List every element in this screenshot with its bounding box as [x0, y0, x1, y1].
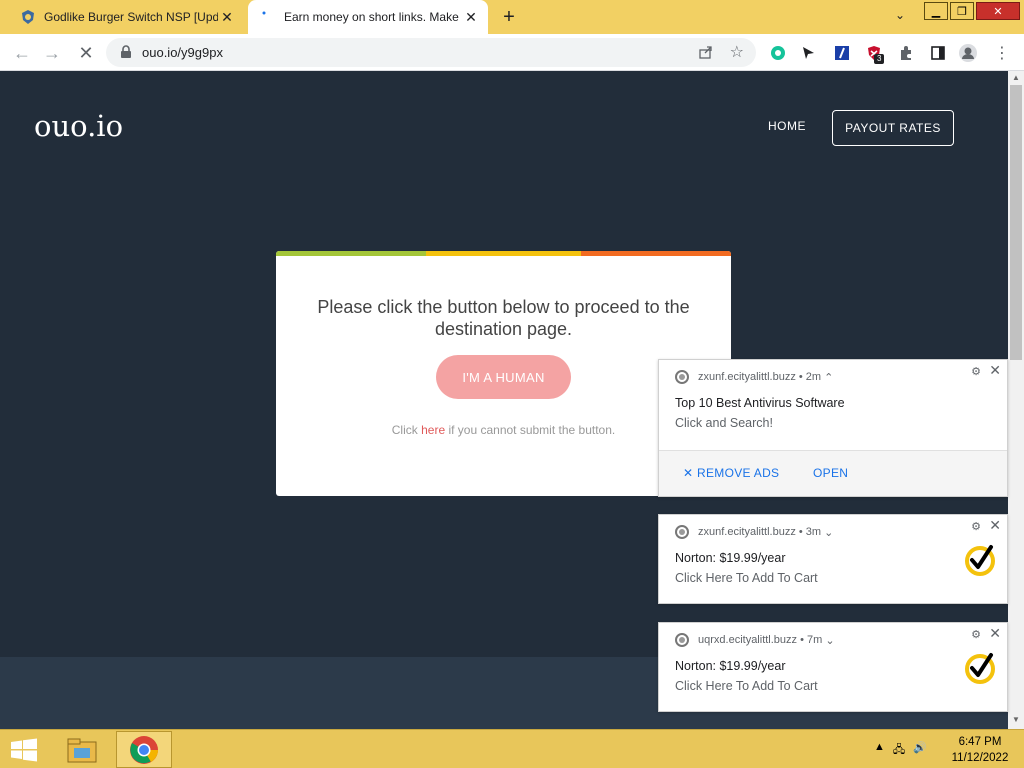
card-accent-orange	[581, 251, 731, 256]
profile-avatar-icon[interactable]	[958, 43, 978, 63]
close-icon[interactable]: ✕	[989, 517, 1001, 534]
notification-norton-2[interactable]: uqrxd.ecityalittl.buzz • 7m ⌄ ⚙ ✕ Norton…	[658, 622, 1008, 712]
notification-separator: •	[797, 634, 808, 646]
close-tab-icon[interactable]: ✕	[462, 8, 480, 26]
chrome-mini-icon	[675, 633, 689, 647]
here-link[interactable]: here	[421, 423, 445, 437]
payout-rates-button[interactable]: PAYOUT RATES	[832, 110, 954, 146]
settings-gear-icon[interactable]: ⚙	[971, 520, 981, 533]
card-accent-green	[276, 251, 426, 256]
site-logo[interactable]: ouo.io	[34, 109, 123, 143]
clock-time: 6:47 PM	[958, 736, 1002, 748]
remove-ads-button[interactable]: ✕ REMOVE ADS	[683, 466, 779, 480]
address-bar[interactable]: ouo.io/y9g9px ☆	[106, 38, 756, 67]
footer-suffix: if you cannot submit the button.	[445, 423, 616, 437]
blue-extension-icon[interactable]	[832, 43, 852, 63]
card-accent-yellow	[426, 251, 581, 256]
tab-godlike-burger[interactable]: Godlike Burger Switch NSP [Upd ✕	[8, 0, 244, 34]
norton-check-icon	[965, 545, 995, 576]
notification-separator: •	[795, 526, 806, 538]
close-icon[interactable]: ✕	[989, 625, 1001, 642]
close-icon[interactable]: ✕	[989, 362, 1001, 379]
cursor-extension-icon[interactable]	[798, 43, 818, 63]
notification-source: zxunf.ecityalittl.buzz	[698, 526, 796, 538]
card-message: Please click the button below to proceed…	[317, 297, 690, 339]
lock-icon[interactable]	[118, 44, 134, 60]
url-text: ouo.io/y9g9px	[142, 45, 223, 60]
remove-ads-label: REMOVE ADS	[697, 466, 780, 480]
notification-age: 2m	[805, 371, 822, 383]
scroll-thumb[interactable]	[1010, 85, 1022, 360]
stop-loading-icon[interactable]: ✕	[74, 41, 98, 65]
tab-title: Godlike Burger Switch NSP [Upd	[44, 10, 218, 24]
notification-header: uqrxd.ecityalittl.buzz • 7m ⌄	[675, 633, 835, 647]
share-icon[interactable]	[698, 44, 714, 60]
menu-kebab-icon[interactable]: ⋮	[992, 43, 1012, 63]
network-icon[interactable]: 🖧	[893, 741, 905, 760]
volume-icon[interactable]: 🔊	[913, 741, 927, 760]
tab-ouo[interactable]: Earn money on short links. Make ✕	[248, 0, 488, 34]
notification-separator: •	[795, 371, 806, 383]
file-explorer-icon[interactable]	[60, 732, 104, 768]
bookmark-star-icon[interactable]: ☆	[730, 42, 744, 62]
back-arrow-icon[interactable]: ←	[10, 41, 34, 65]
chrome-taskbar-icon[interactable]	[116, 731, 172, 768]
taskbar-clock[interactable]: 6:47 PM 11/12/2022	[948, 734, 1012, 766]
new-tab-button[interactable]: +	[498, 6, 520, 28]
tray-chevron-up-icon[interactable]: ▲	[874, 741, 885, 760]
grammar-extension-icon[interactable]	[768, 43, 788, 63]
settings-gear-icon[interactable]: ⚙	[971, 365, 981, 378]
norton-check-icon	[965, 653, 995, 684]
tab-title: Earn money on short links. Make	[284, 10, 459, 24]
clock-date: 11/12/2022	[951, 752, 1009, 764]
extension-badge-count: 3	[874, 54, 885, 64]
scroll-down-arrow-icon[interactable]: ▼	[1008, 713, 1024, 727]
chrome-mini-icon	[675, 525, 689, 539]
browser-toolbar: ← → ✕ ouo.io/y9g9px ☆ ⋮	[0, 34, 1024, 71]
windows-taskbar: ▲ 🖧 🔊 6:47 PM 11/12/2022	[0, 729, 1024, 768]
notification-age: 7m	[807, 634, 823, 646]
extensions-puzzle-icon[interactable]	[896, 43, 916, 63]
notification-norton-1[interactable]: zxunf.ecityalittl.buzz • 3m ⌄ ⚙ ✕ Norton…	[658, 514, 1008, 604]
notification-age: 3m	[805, 526, 822, 538]
vertical-scrollbar[interactable]: ▲ ▼	[1008, 71, 1024, 729]
im-a-human-button[interactable]: I'M A HUMAN	[436, 355, 571, 399]
close-tab-icon[interactable]: ✕	[218, 8, 236, 26]
notification-title: Norton: $19.99/year	[675, 551, 786, 565]
tab-search-chevron-icon[interactable]: ⌄	[890, 8, 910, 26]
shield-favicon-icon	[20, 9, 36, 25]
chevron-down-icon[interactable]: ⌄	[822, 634, 834, 647]
system-tray: ▲ 🖧 🔊	[874, 741, 927, 760]
side-panel-icon[interactable]	[928, 43, 948, 63]
restore-button[interactable]: ❐	[950, 2, 974, 20]
close-window-button[interactable]: ✕	[976, 2, 1020, 20]
notification-body: Click Here To Add To Cart	[675, 571, 818, 585]
notification-title: Top 10 Best Antivirus Software	[675, 396, 845, 410]
loading-favicon-icon	[260, 9, 276, 25]
settings-gear-icon[interactable]: ⚙	[971, 628, 981, 641]
notification-actions: ✕ REMOVE ADS OPEN	[659, 450, 1007, 496]
open-button[interactable]: OPEN	[813, 466, 848, 480]
notification-body: Click and Search!	[675, 416, 773, 430]
chrome-mini-icon	[675, 370, 689, 384]
windows-start-icon[interactable]	[10, 738, 38, 762]
footer-prefix: Click	[391, 423, 422, 437]
notification-antivirus[interactable]: zxunf.ecityalittl.buzz • 2m ⌃ ⚙ ✕ Top 10…	[658, 359, 1008, 497]
notification-body: Click Here To Add To Cart	[675, 679, 818, 693]
scroll-up-arrow-icon[interactable]: ▲	[1008, 71, 1024, 85]
notification-header: zxunf.ecityalittl.buzz • 3m ⌄	[675, 525, 833, 539]
notification-header: zxunf.ecityalittl.buzz • 2m ⌃	[675, 370, 833, 384]
minimize-button[interactable]: ▁	[924, 2, 948, 20]
notification-title: Norton: $19.99/year	[675, 659, 786, 673]
notification-source: uqrxd.ecityalittl.buzz	[698, 634, 798, 646]
notification-source: zxunf.ecityalittl.buzz	[698, 371, 796, 383]
x-icon: ✕	[683, 466, 697, 480]
nav-home-link[interactable]: HOME	[768, 119, 806, 133]
chevron-down-icon[interactable]: ⌄	[821, 526, 833, 539]
forward-arrow-icon[interactable]: →	[40, 41, 64, 65]
tab-strip: Godlike Burger Switch NSP [Upd ✕ Earn mo…	[0, 0, 1024, 34]
chevron-up-icon[interactable]: ⌃	[821, 371, 833, 384]
